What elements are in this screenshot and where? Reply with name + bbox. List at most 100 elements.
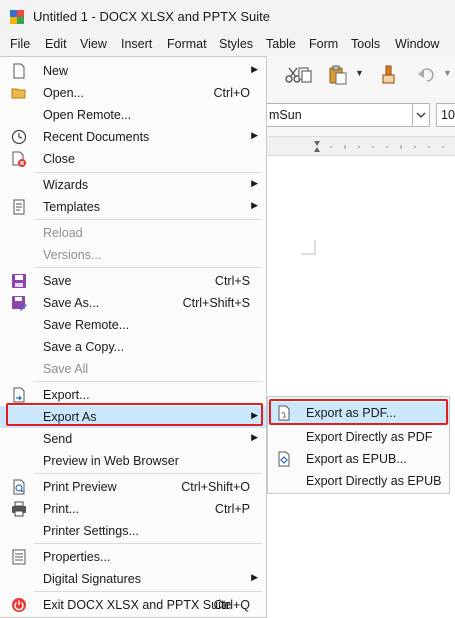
- print-preview-icon: [13, 479, 25, 495]
- menu-item-label: Digital Signatures: [43, 572, 141, 586]
- font-size-value: 10: [441, 108, 455, 122]
- submenu-arrow-icon: ▶: [251, 200, 258, 210]
- menu-item-label: Save a Copy...: [43, 340, 125, 354]
- copy-icon[interactable]: [296, 66, 314, 84]
- menu-item-label: Save All: [43, 362, 89, 376]
- menu-item-versions: Versions...: [0, 244, 266, 266]
- menu-item-templates[interactable]: Templates ▶: [0, 196, 266, 218]
- menu-separator: [34, 267, 262, 268]
- menu-item-label: Printer Settings...: [43, 524, 139, 538]
- submenu-arrow-icon: ▶: [251, 130, 258, 140]
- menu-table[interactable]: Table: [266, 37, 296, 51]
- menu-item-label: Close: [43, 152, 75, 166]
- menu-item-recent-documents[interactable]: Recent Documents ▶: [0, 126, 266, 148]
- menu-item-send[interactable]: Send ▶: [0, 428, 266, 450]
- menu-item-label: Reload: [43, 226, 83, 240]
- menu-separator: [34, 473, 262, 474]
- menu-item-label: Open...: [43, 86, 84, 100]
- menu-item-open-remote[interactable]: Open Remote...: [0, 104, 266, 126]
- menu-item-label: Open Remote...: [43, 108, 132, 122]
- menu-bar: File Edit View Insert Format Styles Tabl…: [0, 34, 455, 56]
- title-bar: Untitled 1 - DOCX XLSX and PPTX Suite: [0, 0, 455, 34]
- menu-window[interactable]: Window: [395, 37, 439, 51]
- menu-item-digital-signatures[interactable]: Digital Signatures ▶: [0, 568, 266, 590]
- new-document-icon: [13, 63, 25, 79]
- menu-tools[interactable]: Tools: [351, 37, 380, 51]
- menu-item-new[interactable]: New ▶: [0, 60, 266, 82]
- submenu-item-export-directly-as-pdf[interactable]: Export Directly as PDF: [268, 426, 449, 448]
- menu-item-label: Templates: [43, 200, 100, 214]
- menu-item-save-remote[interactable]: Save Remote...: [0, 314, 266, 336]
- paste-dropdown-icon[interactable]: ▼: [355, 68, 364, 78]
- menu-edit[interactable]: Edit: [45, 37, 67, 51]
- menu-format[interactable]: Format: [167, 37, 207, 51]
- close-document-icon: [12, 151, 26, 167]
- menu-item-label: Save Remote...: [43, 318, 130, 332]
- printer-icon: [12, 501, 26, 517]
- font-size-combobox[interactable]: 10: [436, 103, 455, 127]
- menu-item-label: Preview in Web Browser: [43, 454, 179, 468]
- menu-item-print[interactable]: Print... Ctrl+P: [0, 498, 266, 520]
- menu-item-properties[interactable]: Properties...: [0, 546, 266, 568]
- menu-item-wizards[interactable]: Wizards ▶: [0, 174, 266, 196]
- epub-export-icon: [278, 451, 290, 467]
- menu-styles[interactable]: Styles: [219, 37, 253, 51]
- undo-icon[interactable]: [417, 66, 437, 84]
- submenu-item-label: Export as EPUB...: [306, 452, 407, 466]
- menu-form[interactable]: Form: [309, 37, 338, 51]
- menu-item-label: Save: [43, 274, 72, 288]
- window-title: Untitled 1 - DOCX XLSX and PPTX Suite: [33, 9, 270, 24]
- menu-item-shortcut: Ctrl+P: [214, 502, 250, 516]
- menu-separator: [34, 543, 262, 544]
- export-as-pdf-annotation-box: [269, 399, 448, 425]
- submenu-arrow-icon: ▶: [251, 432, 258, 442]
- menu-item-save-a-copy[interactable]: Save a Copy...: [0, 336, 266, 358]
- submenu-item-export-directly-as-epub[interactable]: Export Directly as EPUB: [268, 470, 449, 492]
- submenu-arrow-icon: ▶: [251, 178, 258, 188]
- paste-icon[interactable]: [328, 65, 348, 85]
- menu-item-reload: Reload: [0, 222, 266, 244]
- menu-item-shortcut: Ctrl+Shift+S: [182, 296, 250, 310]
- menu-item-save-as[interactable]: Save As... Ctrl+Shift+S: [0, 292, 266, 314]
- submenu-arrow-icon: ▶: [251, 64, 258, 74]
- export-icon: [13, 387, 25, 403]
- chevron-down-icon: [416, 112, 426, 118]
- submenu-arrow-icon: ▶: [251, 572, 258, 582]
- menu-item-label: Exit DOCX XLSX and PPTX Suite: [43, 598, 232, 612]
- undo-dropdown-icon[interactable]: ▼: [443, 68, 452, 78]
- menu-file[interactable]: File: [10, 37, 30, 51]
- menu-item-label: Export...: [43, 388, 90, 402]
- templates-icon: [13, 199, 25, 215]
- menu-item-print-preview[interactable]: Print Preview Ctrl+Shift+O: [0, 476, 266, 498]
- menu-separator: [34, 381, 262, 382]
- folder-open-icon: [11, 88, 26, 99]
- menu-item-label: Save As...: [43, 296, 100, 310]
- menu-item-save-all: Save All: [0, 358, 266, 380]
- menu-item-label: Properties...: [43, 550, 111, 564]
- document-canvas[interactable]: [265, 156, 455, 618]
- menu-insert[interactable]: Insert: [121, 37, 152, 51]
- menu-item-label: Recent Documents: [43, 130, 150, 144]
- horizontal-ruler[interactable]: [265, 136, 455, 156]
- power-exit-icon: [12, 598, 26, 612]
- save-icon: [12, 274, 26, 288]
- submenu-item-export-as-epub[interactable]: Export as EPUB...: [268, 448, 449, 470]
- menu-item-exit[interactable]: Exit DOCX XLSX and PPTX Suite Ctrl+Q: [0, 594, 266, 616]
- menu-view[interactable]: View: [80, 37, 107, 51]
- menu-item-label: Send: [43, 432, 73, 446]
- menu-item-open[interactable]: Open... Ctrl+O: [0, 82, 266, 104]
- menu-item-preview-in-web-browser[interactable]: Preview in Web Browser: [0, 450, 266, 472]
- menu-item-printer-settings[interactable]: Printer Settings...: [0, 520, 266, 542]
- submenu-item-label: Export Directly as PDF: [306, 430, 433, 444]
- font-name-combobox[interactable]: mSun: [265, 103, 430, 127]
- menu-item-close[interactable]: Close: [0, 148, 266, 170]
- submenu-item-label: Export Directly as EPUB: [306, 474, 442, 488]
- menu-item-shortcut: Ctrl+Q: [213, 598, 250, 612]
- menu-item-shortcut: Ctrl+Shift+O: [181, 480, 250, 494]
- menu-item-save[interactable]: Save Ctrl+S: [0, 270, 266, 292]
- menu-separator: [34, 172, 262, 173]
- font-name-dropdown[interactable]: [412, 103, 430, 127]
- clone-formatting-icon[interactable]: [380, 65, 398, 85]
- menu-item-label: Print Preview: [43, 480, 117, 494]
- menu-item-label: Wizards: [43, 178, 89, 192]
